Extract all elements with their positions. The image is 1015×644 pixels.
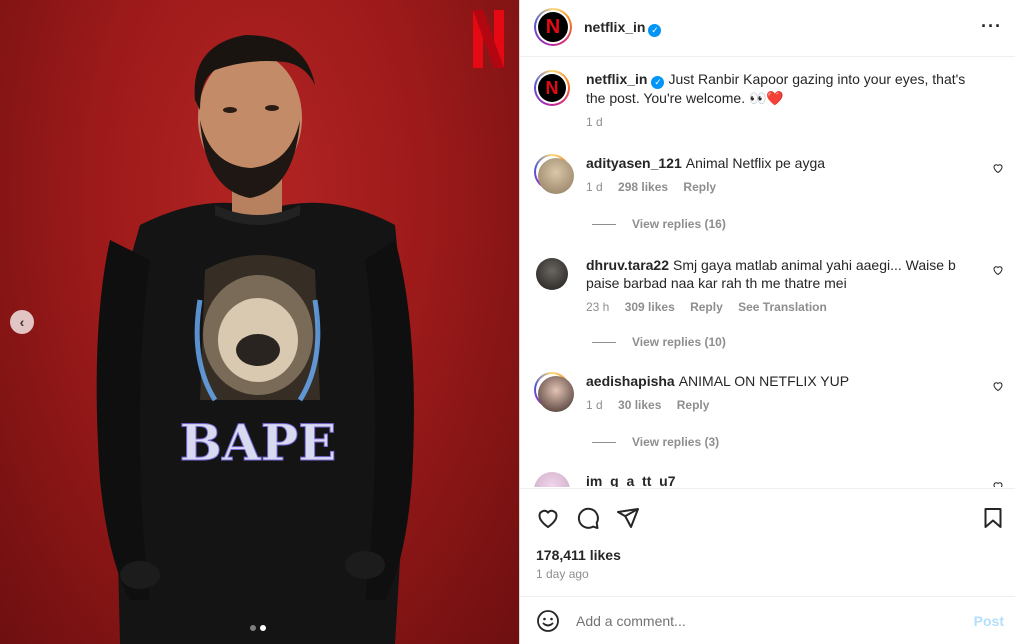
post-comment-button[interactable]: Post xyxy=(974,613,1004,629)
post-actions: 178,411 likes 1 day ago xyxy=(520,488,1015,594)
comments-list[interactable]: N netflix_in ✓ Just Ranbir Kapoor gazing i… xyxy=(520,58,1015,487)
post-panel: N netflix_in ✓ ··· N netflix_in ✓ Just Ranb… xyxy=(519,0,1015,644)
heart-icon[interactable] xyxy=(992,264,1004,276)
comment-username[interactable]: aedishapisha xyxy=(586,373,675,389)
comment-avatar[interactable] xyxy=(534,154,574,194)
carousel-dot xyxy=(250,625,256,631)
verified-badge-icon: ✓ xyxy=(651,76,665,89)
heart-icon[interactable] xyxy=(992,380,1004,392)
like-count[interactable]: 178,411 likes xyxy=(536,547,621,563)
share-icon[interactable] xyxy=(616,506,640,530)
comment-input[interactable] xyxy=(576,609,936,633)
account-avatar[interactable]: N xyxy=(534,8,572,46)
avatar xyxy=(536,258,568,290)
avatar xyxy=(534,472,570,487)
carousel-dot-active xyxy=(260,625,266,631)
netflix-background-logo xyxy=(473,10,504,68)
comment-likes[interactable]: 309 likes xyxy=(625,300,675,314)
comment-likes[interactable]: 30 likes xyxy=(618,398,661,412)
avatar xyxy=(538,376,574,412)
caption-username[interactable]: netflix_in xyxy=(586,71,647,87)
comment-time: 23 h xyxy=(586,300,610,314)
comment-time: 1 d xyxy=(586,180,603,194)
comment-username[interactable]: dhruv.tara22 xyxy=(586,257,669,273)
previous-image-button[interactable]: ‹ xyxy=(10,310,34,334)
see-translation-button[interactable]: See Translation xyxy=(738,300,827,314)
post-header: N netflix_in ✓ ··· xyxy=(520,0,1015,57)
carousel-dots xyxy=(250,625,266,631)
comment-time: 1 d xyxy=(586,398,603,412)
bookmark-icon[interactable] xyxy=(981,506,1005,530)
netflix-logo: N xyxy=(538,12,568,42)
post-photo: BAPE xyxy=(96,10,504,644)
comment-text: Animal Netflix pe ayga xyxy=(685,155,826,171)
avatar xyxy=(538,158,574,194)
comment-avatar[interactable] xyxy=(534,472,570,487)
header-username[interactable]: netflix_in xyxy=(584,19,645,35)
reply-button[interactable]: Reply xyxy=(677,398,710,412)
comment-likes[interactable]: 298 likes xyxy=(618,180,668,194)
caption-avatar[interactable]: N xyxy=(534,70,570,106)
post-date: 1 day ago xyxy=(536,567,589,581)
heart-icon[interactable] xyxy=(992,480,1004,487)
netflix-logo: N xyxy=(538,74,566,102)
view-replies-button[interactable]: View replies (3) xyxy=(592,435,719,449)
emoji-icon[interactable] xyxy=(536,609,560,633)
comment-icon[interactable] xyxy=(576,506,600,530)
more-icon[interactable]: ··· xyxy=(981,16,1002,37)
comment-username[interactable]: im_g_a_tt_u7 xyxy=(586,473,675,487)
heart-icon[interactable] xyxy=(992,162,1004,174)
comment-text: ANIMAL ON NETFLIX YUP xyxy=(678,373,850,389)
svg-text:BAPE: BAPE xyxy=(180,413,337,472)
verified-badge-icon: ✓ xyxy=(648,24,662,37)
post-image[interactable]: BAPE ‹ xyxy=(0,0,519,644)
comment-avatar[interactable] xyxy=(534,372,574,412)
comment-composer: Post xyxy=(520,596,1015,644)
view-replies-button[interactable]: View replies (16) xyxy=(592,217,726,231)
heart-icon[interactable] xyxy=(536,506,560,530)
reply-button[interactable]: Reply xyxy=(690,300,723,314)
reply-button[interactable]: Reply xyxy=(683,180,716,194)
view-replies-button[interactable]: View replies (10) xyxy=(592,335,726,349)
caption-time: 1 d xyxy=(586,115,603,129)
comment-avatar[interactable] xyxy=(534,256,570,292)
chevron-left-icon: ‹ xyxy=(19,314,25,330)
comment-username[interactable]: adityasen_121 xyxy=(586,155,682,171)
